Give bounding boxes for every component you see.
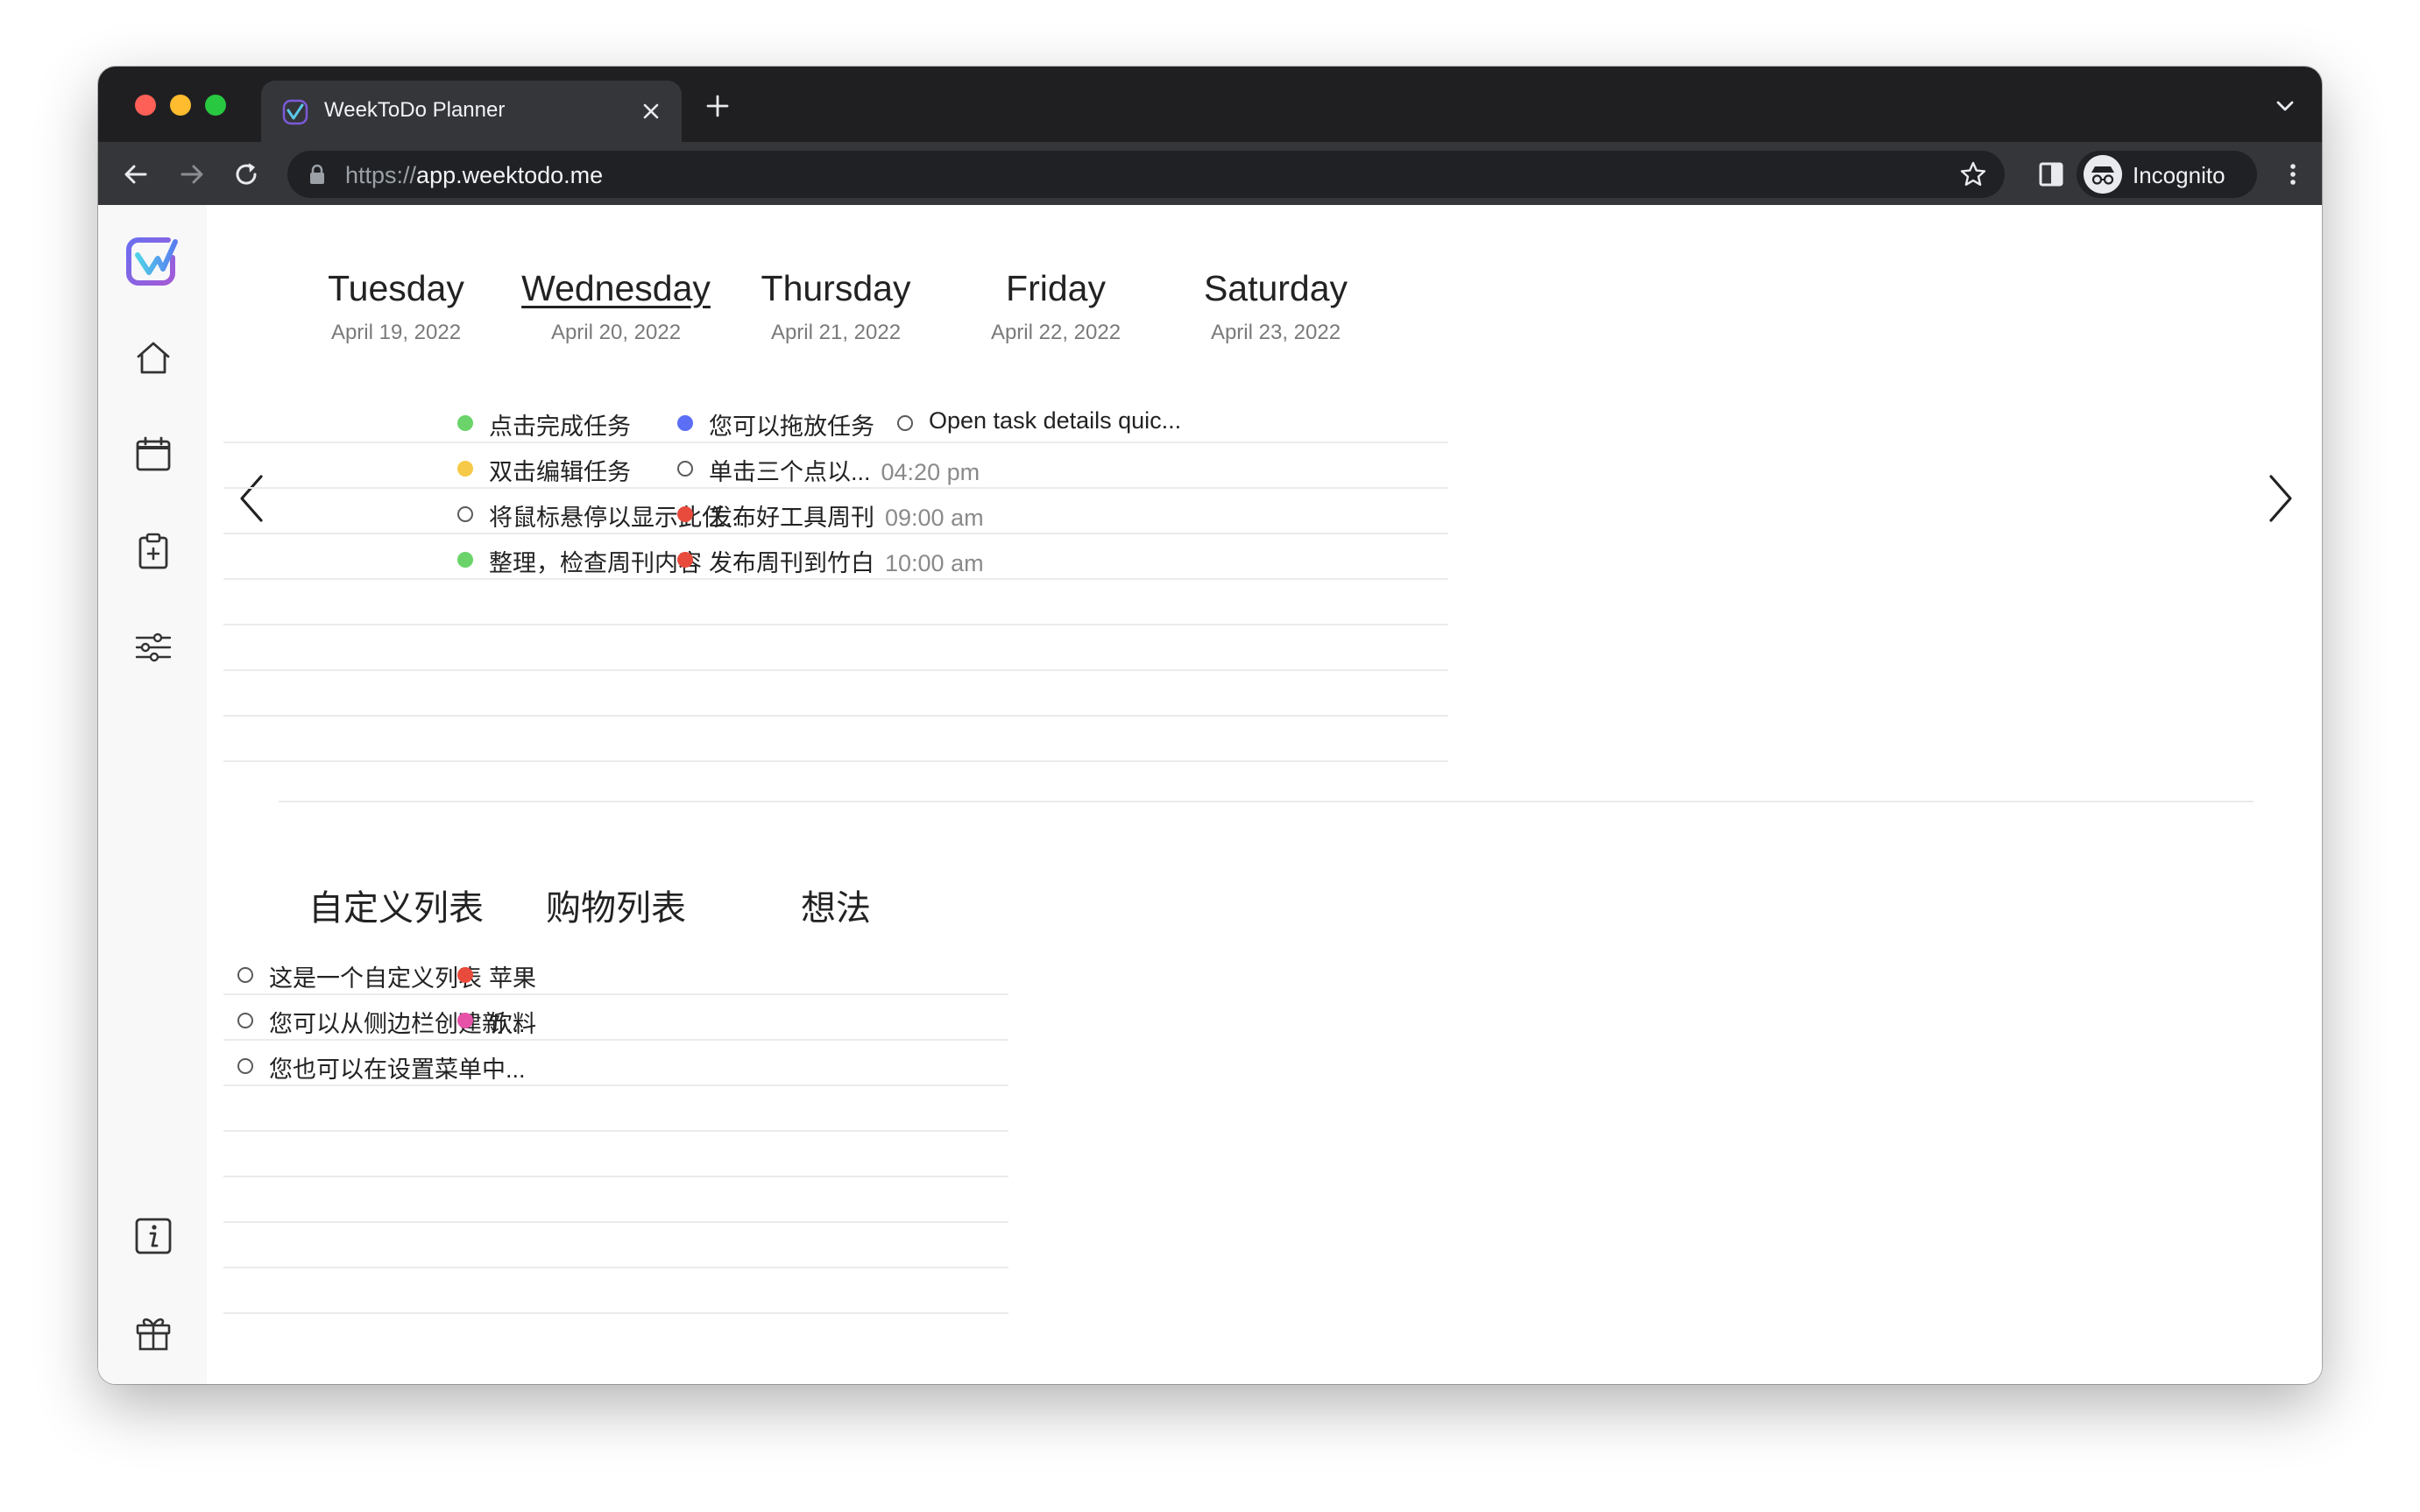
close-tab-icon[interactable] xyxy=(638,98,664,124)
tab-title: WeekToDo Planner xyxy=(324,98,506,122)
incognito-profile-button[interactable]: Incognito xyxy=(2077,151,2257,198)
task-label: 您可以拖放任务 xyxy=(709,413,874,440)
side-panel-icon[interactable] xyxy=(2036,159,2066,189)
list-title[interactable]: 想法 xyxy=(663,880,1008,930)
empty-task-slot[interactable] xyxy=(1103,717,1448,762)
empty-task-slot[interactable] xyxy=(663,1223,1008,1268)
url-text: https://app.weektodo.me xyxy=(345,162,604,188)
task-checkbox[interactable] xyxy=(457,506,473,522)
chevron-down-icon[interactable] xyxy=(2275,98,2296,114)
task-checkbox[interactable] xyxy=(457,552,473,568)
task-checkbox[interactable] xyxy=(677,506,693,522)
info-icon[interactable] xyxy=(133,1216,173,1256)
task-label: 单击三个点以... xyxy=(709,459,871,485)
task-checkbox[interactable] xyxy=(237,1058,253,1074)
section-divider xyxy=(279,801,2254,802)
tab-bar: WeekToDo Planner xyxy=(98,67,2322,142)
weektodo-favicon-icon xyxy=(282,99,308,125)
task-checkbox[interactable] xyxy=(897,415,913,431)
day-name: Saturday xyxy=(1203,268,1348,308)
task-list xyxy=(1103,398,1448,762)
task-label: 饮料 xyxy=(489,1011,536,1037)
calendar-icon[interactable] xyxy=(133,435,173,475)
task-label: 点击完成任务 xyxy=(489,413,631,440)
home-icon[interactable] xyxy=(133,338,173,378)
empty-task-slot[interactable] xyxy=(663,1268,1008,1314)
browser-toolbar: https://app.weektodo.me Incognito xyxy=(98,142,2322,205)
empty-task-slot[interactable] xyxy=(1103,398,1448,443)
incognito-label: Incognito xyxy=(2133,162,2225,188)
task-label: 发布好工具周刊 xyxy=(709,505,874,531)
empty-task-slot[interactable] xyxy=(1103,580,1448,625)
empty-task-slot[interactable] xyxy=(663,1177,1008,1223)
task-checkbox[interactable] xyxy=(457,967,473,983)
address-bar[interactable]: https://app.weektodo.me xyxy=(287,151,2005,198)
task-text[interactable]: 饮料 xyxy=(489,1005,536,1039)
task-checkbox[interactable] xyxy=(457,1013,473,1028)
reload-icon[interactable] xyxy=(231,159,261,189)
empty-task-slot[interactable] xyxy=(1103,534,1448,580)
task-text[interactable]: 双击编辑任务 xyxy=(489,453,631,487)
task-checkbox[interactable] xyxy=(457,415,473,431)
task-checkbox[interactable] xyxy=(237,967,253,983)
more-vert-icon[interactable] xyxy=(2278,159,2308,189)
task-checkbox[interactable] xyxy=(237,1013,253,1028)
browser-window: WeekToDo Planner https://app.weektodo.me… xyxy=(98,67,2322,1384)
empty-task-slot[interactable] xyxy=(663,950,1008,995)
minimize-window-button[interactable] xyxy=(170,95,191,116)
empty-task-slot[interactable] xyxy=(663,1041,1008,1086)
next-week-arrow-icon[interactable] xyxy=(2266,473,2296,524)
task-text[interactable]: 点击完成任务 xyxy=(489,407,631,442)
gift-icon[interactable] xyxy=(133,1312,173,1353)
task-label: 苹果 xyxy=(489,965,536,992)
back-arrow-icon[interactable] xyxy=(121,159,151,189)
task-checkbox[interactable] xyxy=(677,461,693,477)
day-date: April 23, 2022 xyxy=(1210,321,1341,344)
task-text[interactable]: 您可以拖放任务 xyxy=(709,407,874,442)
lock-icon xyxy=(310,164,324,184)
task-label: 发布周刊到竹白 xyxy=(709,550,874,576)
empty-task-slot[interactable] xyxy=(663,1132,1008,1177)
browser-tab[interactable]: WeekToDo Planner xyxy=(261,81,682,142)
empty-task-slot[interactable] xyxy=(1103,443,1448,489)
empty-task-slot[interactable] xyxy=(663,1086,1008,1132)
clipboard-plus-icon[interactable] xyxy=(133,531,173,571)
empty-task-slot[interactable] xyxy=(1103,671,1448,717)
incognito-icon xyxy=(2084,155,2122,194)
maximize-window-button[interactable] xyxy=(205,95,226,116)
task-checkbox[interactable] xyxy=(457,461,473,477)
task-label: 双击编辑任务 xyxy=(489,459,631,485)
close-window-button[interactable] xyxy=(135,95,156,116)
task-checkbox[interactable] xyxy=(677,415,693,431)
weektodo-app: Tuesday April 19, 2022 Wednesday April 20, … xyxy=(98,205,2322,1384)
sliders-icon[interactable] xyxy=(133,627,173,668)
forward-arrow-icon[interactable] xyxy=(177,159,207,189)
weektodo-logo[interactable] xyxy=(123,231,182,291)
empty-task-slot[interactable] xyxy=(1103,489,1448,534)
bookmark-star-icon[interactable] xyxy=(1959,160,1987,188)
empty-task-slot[interactable] xyxy=(663,995,1008,1041)
task-text[interactable]: 苹果 xyxy=(489,959,536,993)
empty-task-slot[interactable] xyxy=(1103,625,1448,671)
task-list xyxy=(663,950,1008,1314)
task-checkbox[interactable] xyxy=(677,552,693,568)
new-tab-icon[interactable] xyxy=(704,93,731,119)
sidebar xyxy=(98,205,207,1384)
